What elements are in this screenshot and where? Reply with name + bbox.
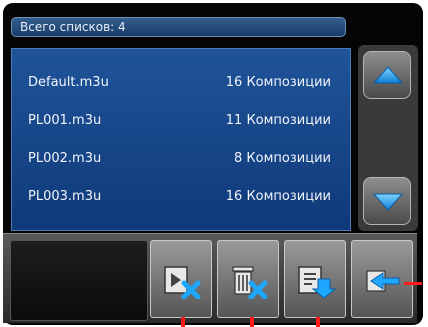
toolbar-empty-slot [10, 240, 148, 321]
triangle-up-icon [372, 66, 404, 84]
playlist-row[interactable]: PL003.m3u 16 Композиции [12, 179, 350, 215]
playlist-name: Default.m3u [28, 75, 109, 90]
playlist-name: PL003.m3u [28, 189, 102, 204]
remove-playlist-button[interactable] [150, 240, 212, 318]
playlist-name: PL002.m3u [28, 151, 102, 166]
annotation-marker [250, 317, 254, 327]
scroll-up-button[interactable] [363, 51, 411, 99]
total-lists-label: Всего списков: 4 [20, 20, 126, 34]
playlist-name: PL001.m3u [28, 113, 102, 128]
playlist-save-icon [298, 266, 336, 299]
back-arrow-icon [366, 270, 400, 292]
playlist-track-count: 16 Композиции [225, 189, 331, 204]
annotation-marker [404, 282, 422, 285]
delete-playlist-button[interactable] [217, 240, 279, 318]
playlist-row[interactable]: PL001.m3u 11 Композиции [12, 103, 350, 139]
trash-icon [232, 266, 268, 299]
playlist-track-count: 8 Композиции [234, 151, 331, 166]
annotation-marker [181, 317, 185, 327]
annotation-marker [316, 317, 320, 327]
playlist-list: Default.m3u 16 Композиции PL001.m3u 11 К… [11, 48, 351, 231]
playlist-row[interactable]: PL002.m3u 8 Композиции [12, 141, 350, 177]
total-lists-header: Всего списков: 4 [11, 17, 346, 37]
playlist-remove-icon [164, 266, 201, 299]
triangle-down-icon [372, 193, 404, 211]
playlist-row[interactable]: Default.m3u 16 Композиции [12, 65, 350, 101]
scroll-down-button[interactable] [363, 177, 411, 225]
save-playlist-button[interactable] [284, 240, 346, 318]
playlist-track-count: 11 Композиции [225, 113, 331, 128]
playlist-track-count: 16 Композиции [225, 75, 331, 90]
back-button[interactable] [351, 240, 413, 318]
